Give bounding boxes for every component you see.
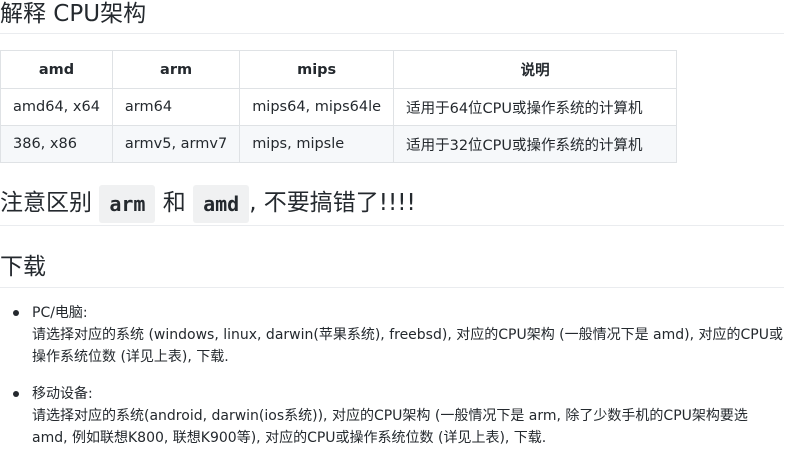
table-cell: 适用于64位CPU或操作系统的计算机	[393, 88, 678, 126]
list-item: PC/电脑: 请选择对应的系统 (windows, linux, darwin(…	[13, 302, 784, 368]
code-arm: arm	[99, 184, 156, 223]
table-header-row: amd arm mips 说明	[0, 50, 678, 89]
table-header-amd: amd	[0, 50, 113, 89]
list-item-body: 请选择对应的系统 (windows, linux, darwin(苹果系统), …	[32, 327, 783, 365]
table-cell: mips, mipsle	[239, 125, 395, 163]
page-title: 解释 CPU架构	[0, 0, 784, 34]
table-cell: 386, x86	[0, 125, 113, 163]
table-header-description: 说明	[393, 50, 678, 89]
table-cell: mips64, mips64le	[239, 88, 395, 126]
bullet-icon	[13, 310, 19, 316]
download-heading: 下载	[0, 251, 784, 288]
code-amd: amd	[193, 184, 250, 223]
table-row: amd64, x64 arm64 mips64, mips64le 适用于64位…	[0, 88, 678, 126]
cpu-arch-table: amd arm mips 说明 amd64, x64 arm64 mips64,…	[0, 50, 678, 163]
list-item: 移动设备: 请选择对应的系统(android, darwin(ios系统)), …	[13, 383, 784, 449]
page: 解释 CPU架构 amd arm mips 说明 amd64, x64 arm6…	[0, 0, 808, 464]
table-row: 386, x86 armv5, armv7 mips, mipsle 适用于32…	[0, 125, 678, 163]
list-item-body: 请选择对应的系统(android, darwin(ios系统)), 对应的CPU…	[32, 408, 748, 446]
table-cell: amd64, x64	[0, 88, 113, 126]
list-item-label: PC/电脑:	[32, 305, 88, 321]
table-cell: 适用于32位CPU或操作系统的计算机	[393, 125, 678, 163]
list-item-label: 移动设备:	[32, 386, 93, 402]
note-mid: 和	[162, 190, 186, 216]
note-prefix: 注意区别	[0, 190, 92, 216]
table-cell: armv5, armv7	[111, 125, 241, 163]
table-header-arm: arm	[111, 50, 241, 89]
download-list: PC/电脑: 请选择对应的系统 (windows, linux, darwin(…	[0, 302, 784, 464]
table-header-mips: mips	[239, 50, 395, 89]
note-suffix: , 不要搞错了!!!!	[249, 190, 416, 216]
table-cell: arm64	[111, 88, 241, 126]
bullet-icon	[13, 391, 19, 397]
note-heading: 注意区别 arm 和 amd, 不要搞错了!!!!	[0, 183, 784, 226]
